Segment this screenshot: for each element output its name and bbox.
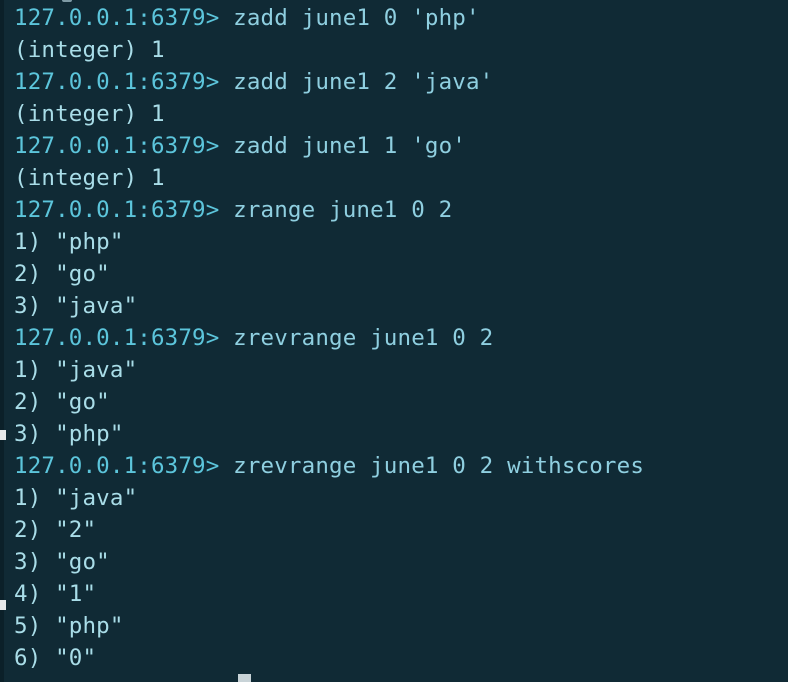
terminal-line-output: 2) "go" — [14, 389, 110, 415]
terminal-line-command: 127.0.0.1:6379> zadd june1 1 'go' — [14, 130, 644, 162]
terminal-line-output: 3) "go" — [14, 549, 110, 575]
command-text: zrange june1 0 2 — [233, 197, 453, 223]
terminal-line-output: (integer) 1 — [14, 37, 165, 63]
terminal-line-output: 3) "java" — [14, 293, 138, 319]
terminal-line-output: 1) "php" — [14, 229, 124, 255]
prompt: 127.0.0.1:6379> — [14, 453, 234, 479]
terminal-line-output: 6) "0" — [14, 645, 97, 671]
prompt: 127.0.0.1:6379> — [14, 133, 234, 159]
prompt: 127.0.0.1:6379> — [14, 325, 234, 351]
window-edge-artifact — [0, 430, 6, 440]
terminal-line-output: 1) "java" — [14, 357, 138, 383]
terminal-window[interactable]: 127.0.0.1:6379> zadd june1 0 'php' (inte… — [0, 0, 788, 682]
window-edge — [0, 0, 4, 682]
command-text: zrevrange june1 0 2 — [233, 325, 494, 351]
text-cursor[interactable] — [238, 674, 251, 682]
prompt: 127.0.0.1:6379> — [14, 69, 234, 95]
terminal-line-command: 127.0.0.1:6379> zrange june1 0 2 — [14, 194, 644, 226]
terminal-line-command: 127.0.0.1:6379> zrevrange june1 0 2 with… — [14, 450, 644, 482]
terminal-line-output: 2) "2" — [14, 517, 97, 543]
terminal-line-output: (integer) 1 — [14, 165, 165, 191]
terminal-line-output: 1) "java" — [14, 485, 138, 511]
terminal-line-command: 127.0.0.1:6379> zadd june1 0 'php' — [14, 2, 644, 34]
terminal-line-output: 3) "php" — [14, 421, 124, 447]
terminal-line-output: (integer) 1 — [14, 101, 165, 127]
terminal-line-command: 127.0.0.1:6379> zadd june1 2 'java' — [14, 66, 644, 98]
terminal-line-command: 127.0.0.1:6379> zrevrange june1 0 2 — [14, 322, 644, 354]
terminal-line-output: 2) "go" — [14, 261, 110, 287]
terminal-output: 127.0.0.1:6379> zadd june1 0 'php' (inte… — [14, 2, 644, 674]
command-text: zrevrange june1 0 2 withscores — [233, 453, 645, 479]
terminal-line-output: 4) "1" — [14, 581, 97, 607]
prompt: 127.0.0.1:6379> — [14, 197, 234, 223]
command-text: zadd june1 0 'php' — [233, 5, 480, 31]
terminal-line-output: 5) "php" — [14, 613, 124, 639]
window-edge-artifact — [0, 600, 6, 610]
command-text: zadd june1 2 'java' — [233, 69, 494, 95]
command-text: zadd june1 1 'go' — [233, 133, 466, 159]
prompt: 127.0.0.1:6379> — [14, 5, 234, 31]
